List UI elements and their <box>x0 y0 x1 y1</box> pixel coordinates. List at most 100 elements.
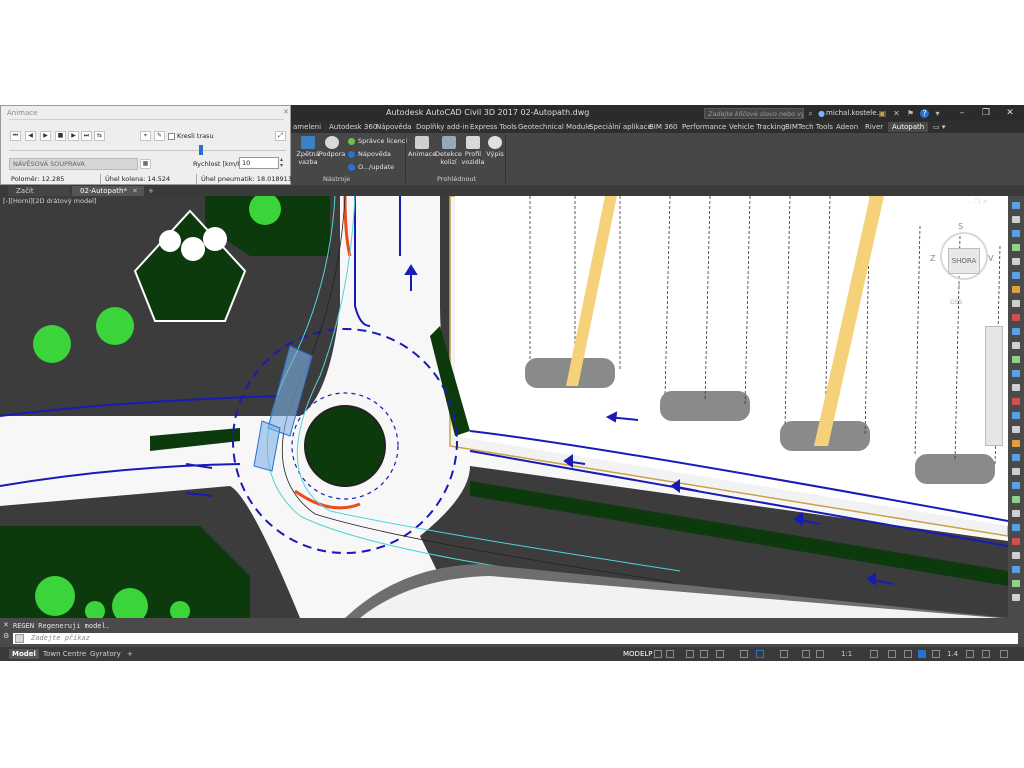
tab-autopath[interactable]: Autopath <box>888 122 929 132</box>
tab-specialni-aplikace[interactable]: Speciální aplikace <box>589 122 652 132</box>
workspace-icon[interactable] <box>870 650 878 658</box>
snap-icon[interactable] <box>666 650 674 658</box>
pencil-icon[interactable]: ✎ <box>154 131 165 141</box>
viewport-window-controls[interactable]: – ❐ ✕ <box>968 198 988 206</box>
toolbar-icon[interactable] <box>1012 412 1020 419</box>
license-manager-button[interactable]: Správce licencí <box>348 137 407 145</box>
restore-icon[interactable]: ❐ <box>976 107 996 119</box>
tab-autodesk-360[interactable]: Autodesk 360 <box>329 122 377 132</box>
tab-close-icon[interactable]: ✕ <box>132 186 138 196</box>
exchange-icon[interactable]: ✕ <box>892 109 901 118</box>
toolbar-icon[interactable] <box>1012 300 1020 307</box>
toolbar-icon[interactable] <box>1012 342 1020 349</box>
grid-icon[interactable] <box>654 650 662 658</box>
customization-icon[interactable] <box>982 650 990 658</box>
detect-collisions-button[interactable]: Detekce kolizí <box>435 136 462 166</box>
speed-input[interactable]: 10 <box>239 157 279 169</box>
animation-slider-thumb[interactable] <box>199 145 203 155</box>
polar-icon[interactable] <box>700 650 708 658</box>
command-line-settings-icon[interactable]: ⚙ <box>3 632 9 640</box>
viewcube-west[interactable]: Z <box>930 254 935 263</box>
units-icon[interactable] <box>904 650 912 658</box>
annotation-scale[interactable]: 1:1 <box>838 649 855 659</box>
vehicle-select[interactable]: NÁVĚSOVÁ SOUPRAVA <box>9 158 138 170</box>
toolbar-icon[interactable] <box>1012 258 1020 265</box>
rewind-to-start-button[interactable]: ⏮ <box>10 131 21 141</box>
osnap-icon[interactable] <box>716 650 724 658</box>
layout-tab-town-centre[interactable]: Town Centre <box>40 649 89 659</box>
toolbar-icon[interactable] <box>1012 272 1020 279</box>
layout-tab-model[interactable]: Model <box>9 649 39 659</box>
tab-river[interactable]: River <box>865 122 883 132</box>
lineweight-value[interactable]: 1.4 <box>944 649 961 659</box>
toolbar-icon[interactable] <box>1012 384 1020 391</box>
search-icon[interactable]: ⌕ <box>806 109 815 118</box>
lineweight-icon[interactable] <box>756 650 764 658</box>
tab-performance[interactable]: Performance <box>682 122 726 132</box>
annotation-visibility-icon[interactable] <box>802 650 810 658</box>
hardware-acceleration-icon[interactable] <box>932 650 940 658</box>
tab-start[interactable]: Začít <box>8 186 70 196</box>
auto-scale-icon[interactable] <box>816 650 824 658</box>
report-button[interactable]: Výpis <box>484 136 506 158</box>
toolbar-icon[interactable] <box>1012 426 1020 433</box>
toolbar-icon[interactable] <box>1012 314 1020 321</box>
command-line-close-icon[interactable]: ✕ <box>3 621 9 629</box>
step-back-button[interactable]: ◀ <box>25 131 36 141</box>
vehicle-icon[interactable]: ▦ <box>140 159 151 169</box>
toolbar-icon[interactable] <box>1012 566 1020 573</box>
animation-button[interactable]: Animace <box>408 136 436 158</box>
toolbar-icon[interactable] <box>1012 370 1020 377</box>
toolbar-icon[interactable] <box>1012 454 1020 461</box>
layout-tab-gyratory[interactable]: Gyratory <box>87 649 124 659</box>
tab-napoveda[interactable]: Nápověda <box>376 122 411 132</box>
toolbar-icon[interactable] <box>1012 328 1020 335</box>
update-button[interactable]: O.../update <box>348 163 394 171</box>
toolbar-icon[interactable] <box>1012 468 1020 475</box>
toolbar-icon[interactable] <box>1012 538 1020 545</box>
toolbar-icon[interactable] <box>1012 286 1020 293</box>
animation-slider-track[interactable] <box>9 150 286 151</box>
tab-vehicle-tracking[interactable]: Vehicle Tracking <box>729 122 785 132</box>
stop-button[interactable]: ■ <box>55 131 66 141</box>
new-tab-button[interactable]: + <box>148 186 154 196</box>
help-icon[interactable]: ? <box>920 109 929 118</box>
toolbar-icon[interactable] <box>1012 230 1020 237</box>
new-layout-button[interactable]: + <box>124 649 136 659</box>
ucs-menu[interactable]: GSS <box>950 299 962 306</box>
panel-close-icon[interactable]: ✕ <box>283 108 289 116</box>
minimize-icon[interactable]: – <box>952 107 972 119</box>
viewport-controls[interactable]: [-][Horní][2D drátový model] <box>3 197 96 205</box>
command-input[interactable]: Zadejte příkaz <box>13 633 1018 644</box>
isolate-objects-icon[interactable] <box>918 650 926 658</box>
model-space-toggle[interactable]: MODELP <box>620 649 655 659</box>
viewcube-east[interactable]: V <box>988 254 993 263</box>
toolbar-icon[interactable] <box>1012 216 1020 223</box>
help-dropdown-icon[interactable]: ▾ <box>933 109 942 118</box>
play-button[interactable]: ▶ <box>40 131 51 141</box>
menu-icon[interactable] <box>1000 650 1008 658</box>
toolbar-icon[interactable] <box>1012 202 1020 209</box>
toolbar-icon[interactable] <box>1012 244 1020 251</box>
vehicle-profile-button[interactable]: Profil vozidla <box>461 136 485 166</box>
step-forward-button[interactable]: ▶ <box>68 131 79 141</box>
search-input[interactable]: Zadejte klíčové slovo nebo výraz <box>704 108 804 119</box>
tab-geotechnical[interactable]: Geotechnical Module <box>518 122 592 132</box>
tab-doplnky[interactable]: Doplňky add-in <box>416 122 469 132</box>
toolbar-icon[interactable] <box>1012 552 1020 559</box>
annotation-monitor-icon[interactable] <box>888 650 896 658</box>
support-button[interactable]: Podpora <box>318 136 346 158</box>
tab-ameleni[interactable]: ameleni <box>293 122 321 132</box>
navigation-bar[interactable] <box>985 326 1003 446</box>
toolbar-icon[interactable] <box>1012 594 1020 601</box>
loop-button[interactable]: ⇆ <box>94 131 105 141</box>
drawing-canvas[interactable]: [-][Horní][2D drátový model] SHORA S V Z… <box>0 196 1008 618</box>
tab-bimtech-tools[interactable]: BIMTech Tools <box>785 122 833 132</box>
speed-spinner[interactable]: ▴ ▾ <box>280 157 283 169</box>
tab-adeon[interactable]: Adeon <box>836 122 858 132</box>
close-icon[interactable]: ✕ <box>1000 107 1020 119</box>
toolbar-icon[interactable] <box>1012 356 1020 363</box>
help-button[interactable]: Nápověda <box>348 150 391 158</box>
otrack-icon[interactable] <box>740 650 748 658</box>
clean-screen-icon[interactable] <box>966 650 974 658</box>
